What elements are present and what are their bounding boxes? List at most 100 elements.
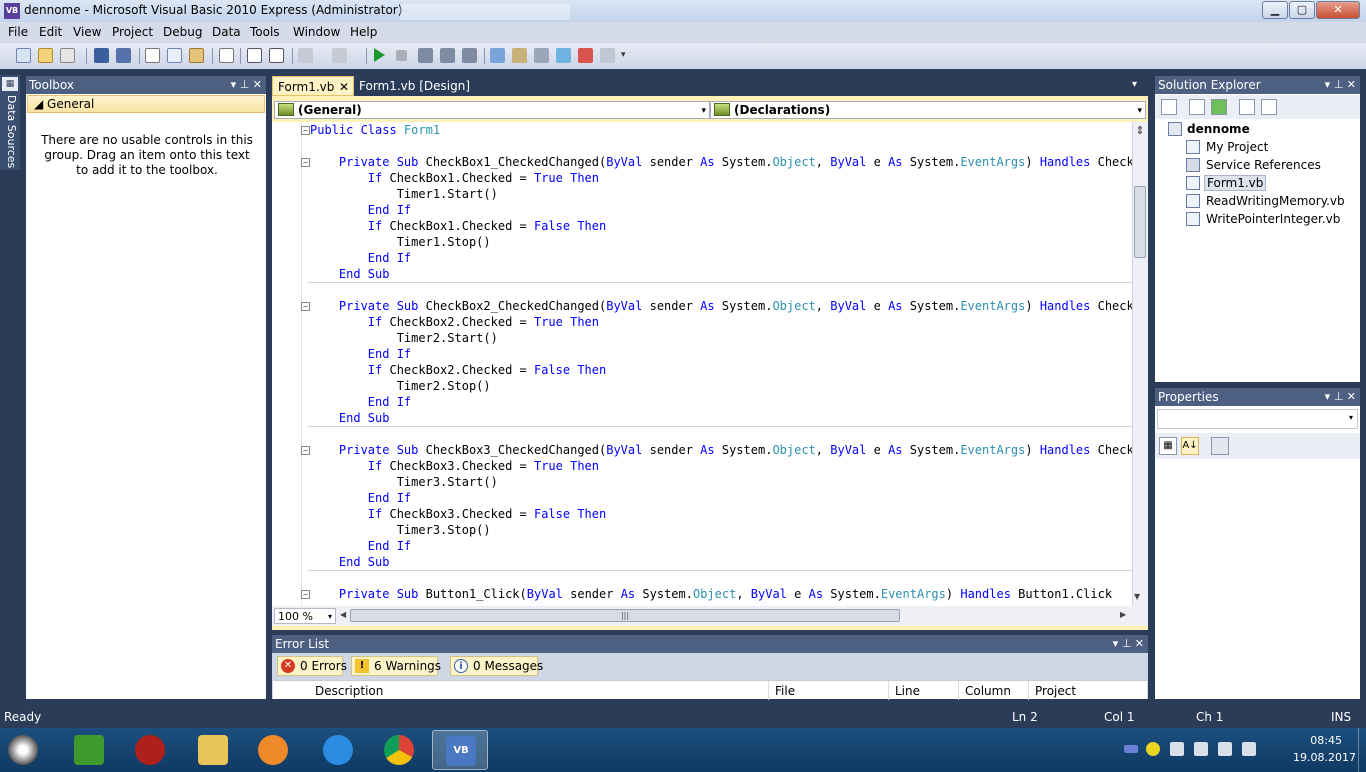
- vertical-scroll-thumb[interactable]: [1134, 186, 1146, 258]
- data-sources-icon[interactable]: ▦: [2, 77, 18, 91]
- column-column[interactable]: Column: [965, 684, 1011, 698]
- vb-app-icon[interactable]: VB: [4, 3, 20, 19]
- start-button[interactable]: [0, 730, 56, 770]
- redo-icon[interactable]: [332, 48, 347, 63]
- horizontal-scroll-thumb[interactable]: |||: [350, 609, 900, 622]
- member-dropdown[interactable]: (Declarations) ▾: [710, 101, 1146, 119]
- toolbar-overflow-icon[interactable]: ▾: [621, 48, 628, 63]
- view-designer-icon[interactable]: [1261, 99, 1277, 115]
- stop-debugging-icon[interactable]: [396, 50, 407, 61]
- properties-window-icon[interactable]: [512, 48, 527, 63]
- column-file[interactable]: File: [775, 684, 795, 698]
- open-file-icon[interactable]: [38, 48, 53, 63]
- step-out-icon[interactable]: [462, 48, 477, 63]
- uncomment-icon[interactable]: [269, 48, 284, 63]
- new-project-icon[interactable]: [16, 48, 31, 63]
- tab-form1-design[interactable]: Form1.vb [Design]: [354, 76, 494, 96]
- object-selector-dropdown[interactable]: ▾: [1157, 409, 1358, 429]
- tools-icon[interactable]: [534, 48, 549, 63]
- paste-icon[interactable]: [189, 48, 204, 63]
- tab-form1-vb[interactable]: Form1.vb ✕: [272, 76, 354, 96]
- close-tab-icon[interactable]: ✕: [339, 77, 349, 97]
- collapse-icon[interactable]: −: [301, 446, 310, 455]
- column-project[interactable]: Project: [1035, 684, 1076, 698]
- scroll-right-icon[interactable]: ▶: [1120, 610, 1126, 619]
- collapse-icon[interactable]: −: [301, 302, 310, 311]
- network-activity-icon[interactable]: [1124, 745, 1138, 753]
- start-debugging-icon[interactable]: [374, 48, 385, 62]
- collapse-icon[interactable]: −: [301, 158, 310, 167]
- menu-help[interactable]: Help: [350, 25, 377, 39]
- menu-window[interactable]: Window: [293, 25, 340, 39]
- scroll-left-icon[interactable]: ◀: [340, 610, 346, 619]
- save-all-icon[interactable]: [116, 48, 131, 63]
- menu-project[interactable]: Project: [112, 25, 153, 39]
- clock-time[interactable]: 08:45: [1310, 734, 1342, 747]
- chevron-down-icon[interactable]: ▾: [1137, 103, 1142, 119]
- menu-view[interactable]: View: [73, 25, 101, 39]
- tree-item-readwritingmemory[interactable]: ReadWritingMemory.vb: [1206, 194, 1345, 208]
- network-icon[interactable]: [1218, 742, 1232, 756]
- menu-debug[interactable]: Debug: [163, 25, 202, 39]
- properties-icon[interactable]: [1161, 99, 1177, 115]
- view-code-icon[interactable]: [1239, 99, 1255, 115]
- copy-icon[interactable]: [167, 48, 182, 63]
- warnings-filter-button[interactable]: ! 6 Warnings: [351, 656, 441, 676]
- minimize-button[interactable]: ▁: [1262, 1, 1288, 19]
- collapse-icon[interactable]: −: [301, 126, 310, 135]
- maximize-button[interactable]: ▢: [1289, 1, 1315, 19]
- add-icon[interactable]: [1146, 742, 1160, 756]
- find-icon[interactable]: [219, 48, 234, 63]
- errors-filter-button[interactable]: ✕ 0 Errors: [277, 656, 347, 676]
- taskbar-internet-explorer[interactable]: [310, 730, 366, 770]
- categorized-icon[interactable]: ▦: [1159, 437, 1177, 455]
- error-list-window-controls[interactable]: ▾ ⊥ ✕: [1113, 635, 1144, 653]
- column-description[interactable]: Description: [315, 684, 383, 698]
- code-editor[interactable]: Public Class Form1 Private Sub CheckBox1…: [272, 122, 1132, 606]
- start-page-icon[interactable]: [600, 48, 615, 63]
- properties-window-controls[interactable]: ▾ ⊥ ✕: [1325, 388, 1356, 406]
- action-center-flag-icon[interactable]: [1194, 742, 1208, 756]
- solution-explorer-window-controls[interactable]: ▾ ⊥ ✕: [1325, 76, 1356, 94]
- object-browser-icon[interactable]: [556, 48, 571, 63]
- refresh-icon[interactable]: [1211, 99, 1227, 115]
- property-pages-icon[interactable]: [1211, 437, 1229, 455]
- taskbar-explorer[interactable]: [185, 730, 241, 770]
- add-item-icon[interactable]: [60, 48, 75, 63]
- column-line[interactable]: Line: [895, 684, 920, 698]
- step-into-icon[interactable]: [418, 48, 433, 63]
- menu-tools[interactable]: Tools: [250, 25, 280, 39]
- data-sources-tab[interactable]: Data Sources: [2, 95, 18, 168]
- close-button[interactable]: ✕: [1316, 1, 1360, 19]
- split-handle-icon[interactable]: ⇕: [1133, 124, 1147, 138]
- menu-file[interactable]: File: [8, 25, 28, 39]
- messages-filter-button[interactable]: i 0 Messages: [450, 656, 543, 676]
- scroll-down-icon[interactable]: ▼: [1134, 592, 1140, 601]
- taskbar-camtasia[interactable]: [61, 730, 117, 770]
- collapse-icon[interactable]: −: [301, 590, 310, 599]
- solution-explorer-icon[interactable]: [490, 48, 505, 63]
- cut-icon[interactable]: [145, 48, 160, 63]
- menu-edit[interactable]: Edit: [39, 25, 62, 39]
- tree-item-service-references[interactable]: Service References: [1206, 158, 1321, 172]
- save-icon[interactable]: [94, 48, 109, 63]
- alphabetical-sort-button[interactable]: A↓: [1181, 437, 1199, 455]
- clock-date[interactable]: 19.08.2017: [1293, 751, 1356, 764]
- tree-project-root[interactable]: dennome: [1187, 122, 1250, 136]
- tree-item-form1[interactable]: Form1.vb: [1204, 175, 1267, 191]
- zoom-dropdown[interactable]: 100 % ▾: [274, 608, 336, 624]
- menu-data[interactable]: Data: [212, 25, 241, 39]
- toolbox-window-controls[interactable]: ▾ ⊥ ✕: [231, 76, 262, 94]
- toolbox-window-icon[interactable]: [578, 48, 593, 63]
- taskbar-visual-basic[interactable]: VB: [432, 730, 488, 770]
- volume-icon[interactable]: [1170, 742, 1184, 756]
- tree-item-writepointerinteger[interactable]: WritePointerInteger.vb: [1206, 212, 1340, 226]
- tab-list-dropdown-icon[interactable]: ▾: [1132, 79, 1137, 90]
- tray-monitor-icon[interactable]: [1242, 742, 1256, 756]
- object-dropdown[interactable]: (General) ▾: [274, 101, 710, 119]
- comment-icon[interactable]: [247, 48, 262, 63]
- taskbar-game-app[interactable]: [122, 730, 178, 770]
- chevron-down-icon[interactable]: ▾: [1349, 413, 1353, 422]
- taskbar-media-player[interactable]: [245, 730, 301, 770]
- toolbox-group-general[interactable]: ◢ General: [27, 95, 265, 113]
